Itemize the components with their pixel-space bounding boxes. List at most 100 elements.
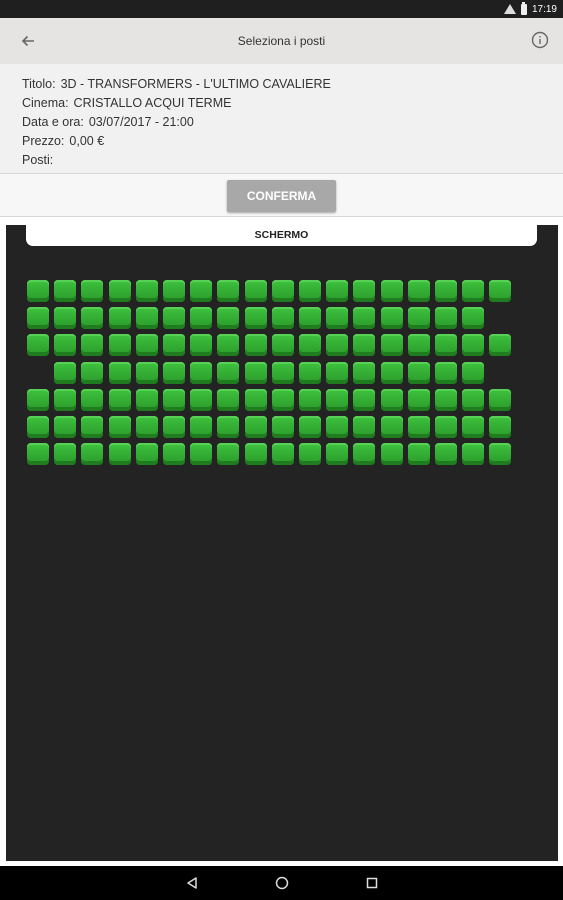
seat[interactable]: [135, 388, 158, 411]
seat[interactable]: [108, 443, 131, 466]
seat[interactable]: [163, 388, 185, 411]
seat[interactable]: [27, 416, 49, 438]
seat[interactable]: [489, 443, 512, 466]
seat[interactable]: [462, 280, 485, 302]
seat[interactable]: [353, 388, 376, 411]
seat[interactable]: [299, 307, 321, 330]
seat[interactable]: [435, 280, 457, 302]
seat[interactable]: [54, 307, 77, 330]
seat[interactable]: [108, 307, 131, 330]
seat[interactable]: [353, 280, 376, 302]
seat[interactable]: [163, 280, 185, 302]
seat[interactable]: [135, 443, 158, 466]
seat[interactable]: [217, 361, 240, 384]
seat[interactable]: [326, 388, 349, 411]
seat[interactable]: [380, 280, 403, 302]
seat[interactable]: [27, 280, 49, 302]
seat[interactable]: [135, 416, 158, 438]
seat[interactable]: [271, 307, 294, 330]
seat[interactable]: [217, 307, 240, 330]
seat[interactable]: [54, 416, 77, 438]
seat[interactable]: [326, 280, 349, 302]
seat[interactable]: [81, 307, 104, 330]
nav-recents-button[interactable]: [360, 871, 384, 895]
nav-back-button[interactable]: [180, 871, 204, 895]
seat[interactable]: [271, 361, 294, 384]
seat[interactable]: [190, 416, 213, 438]
seat[interactable]: [271, 388, 294, 411]
seat[interactable]: [244, 416, 267, 438]
seat[interactable]: [244, 443, 267, 466]
seat[interactable]: [299, 388, 321, 411]
seat[interactable]: [407, 361, 430, 384]
seat[interactable]: [108, 416, 131, 438]
seat[interactable]: [326, 307, 349, 330]
seat[interactable]: [462, 307, 485, 330]
seat[interactable]: [190, 388, 213, 411]
seat[interactable]: [54, 388, 77, 411]
seat[interactable]: [244, 361, 267, 384]
seat[interactable]: [489, 334, 512, 357]
seat[interactable]: [190, 280, 213, 302]
seat[interactable]: [299, 280, 321, 302]
seat[interactable]: [299, 334, 321, 357]
seat[interactable]: [81, 361, 104, 384]
seat[interactable]: [326, 416, 349, 438]
seat[interactable]: [54, 361, 77, 384]
seat[interactable]: [299, 416, 321, 438]
seat[interactable]: [435, 443, 457, 466]
seat[interactable]: [380, 361, 403, 384]
seat[interactable]: [407, 307, 430, 330]
seat[interactable]: [271, 416, 294, 438]
seat[interactable]: [435, 388, 457, 411]
seat[interactable]: [353, 361, 376, 384]
seat[interactable]: [353, 334, 376, 357]
seat[interactable]: [407, 443, 430, 466]
seat[interactable]: [27, 388, 49, 411]
seat[interactable]: [326, 334, 349, 357]
seat[interactable]: [353, 443, 376, 466]
seat[interactable]: [27, 443, 49, 466]
seat[interactable]: [462, 361, 485, 384]
seat[interactable]: [163, 443, 185, 466]
seat[interactable]: [271, 334, 294, 357]
seat[interactable]: [244, 334, 267, 357]
seat[interactable]: [217, 416, 240, 438]
seat[interactable]: [217, 334, 240, 357]
seat[interactable]: [435, 334, 457, 357]
seat[interactable]: [81, 416, 104, 438]
seat[interactable]: [489, 280, 512, 302]
seat[interactable]: [54, 334, 77, 357]
seat[interactable]: [380, 443, 403, 466]
seat[interactable]: [353, 416, 376, 438]
seat[interactable]: [380, 388, 403, 411]
seat[interactable]: [135, 334, 158, 357]
seat[interactable]: [81, 280, 104, 302]
seat[interactable]: [407, 334, 430, 357]
seat[interactable]: [353, 307, 376, 330]
seat[interactable]: [54, 443, 77, 466]
seat[interactable]: [27, 307, 49, 330]
seat[interactable]: [271, 443, 294, 466]
seat[interactable]: [190, 307, 213, 330]
seat[interactable]: [435, 416, 457, 438]
seat[interactable]: [190, 334, 213, 357]
seat[interactable]: [299, 443, 321, 466]
seat[interactable]: [81, 443, 104, 466]
seat[interactable]: [489, 388, 512, 411]
seat[interactable]: [135, 280, 158, 302]
seat[interactable]: [380, 334, 403, 357]
seat[interactable]: [81, 334, 104, 357]
seat[interactable]: [217, 388, 240, 411]
seat[interactable]: [108, 280, 131, 302]
seat[interactable]: [54, 280, 77, 302]
seat[interactable]: [462, 443, 485, 466]
seat[interactable]: [462, 416, 485, 438]
nav-home-button[interactable]: [270, 871, 294, 895]
seat[interactable]: [244, 280, 267, 302]
seat[interactable]: [407, 280, 430, 302]
info-button[interactable]: [529, 29, 551, 51]
seat[interactable]: [435, 361, 457, 384]
back-button[interactable]: [14, 28, 42, 54]
confirm-button[interactable]: CONFERMA: [227, 180, 336, 212]
